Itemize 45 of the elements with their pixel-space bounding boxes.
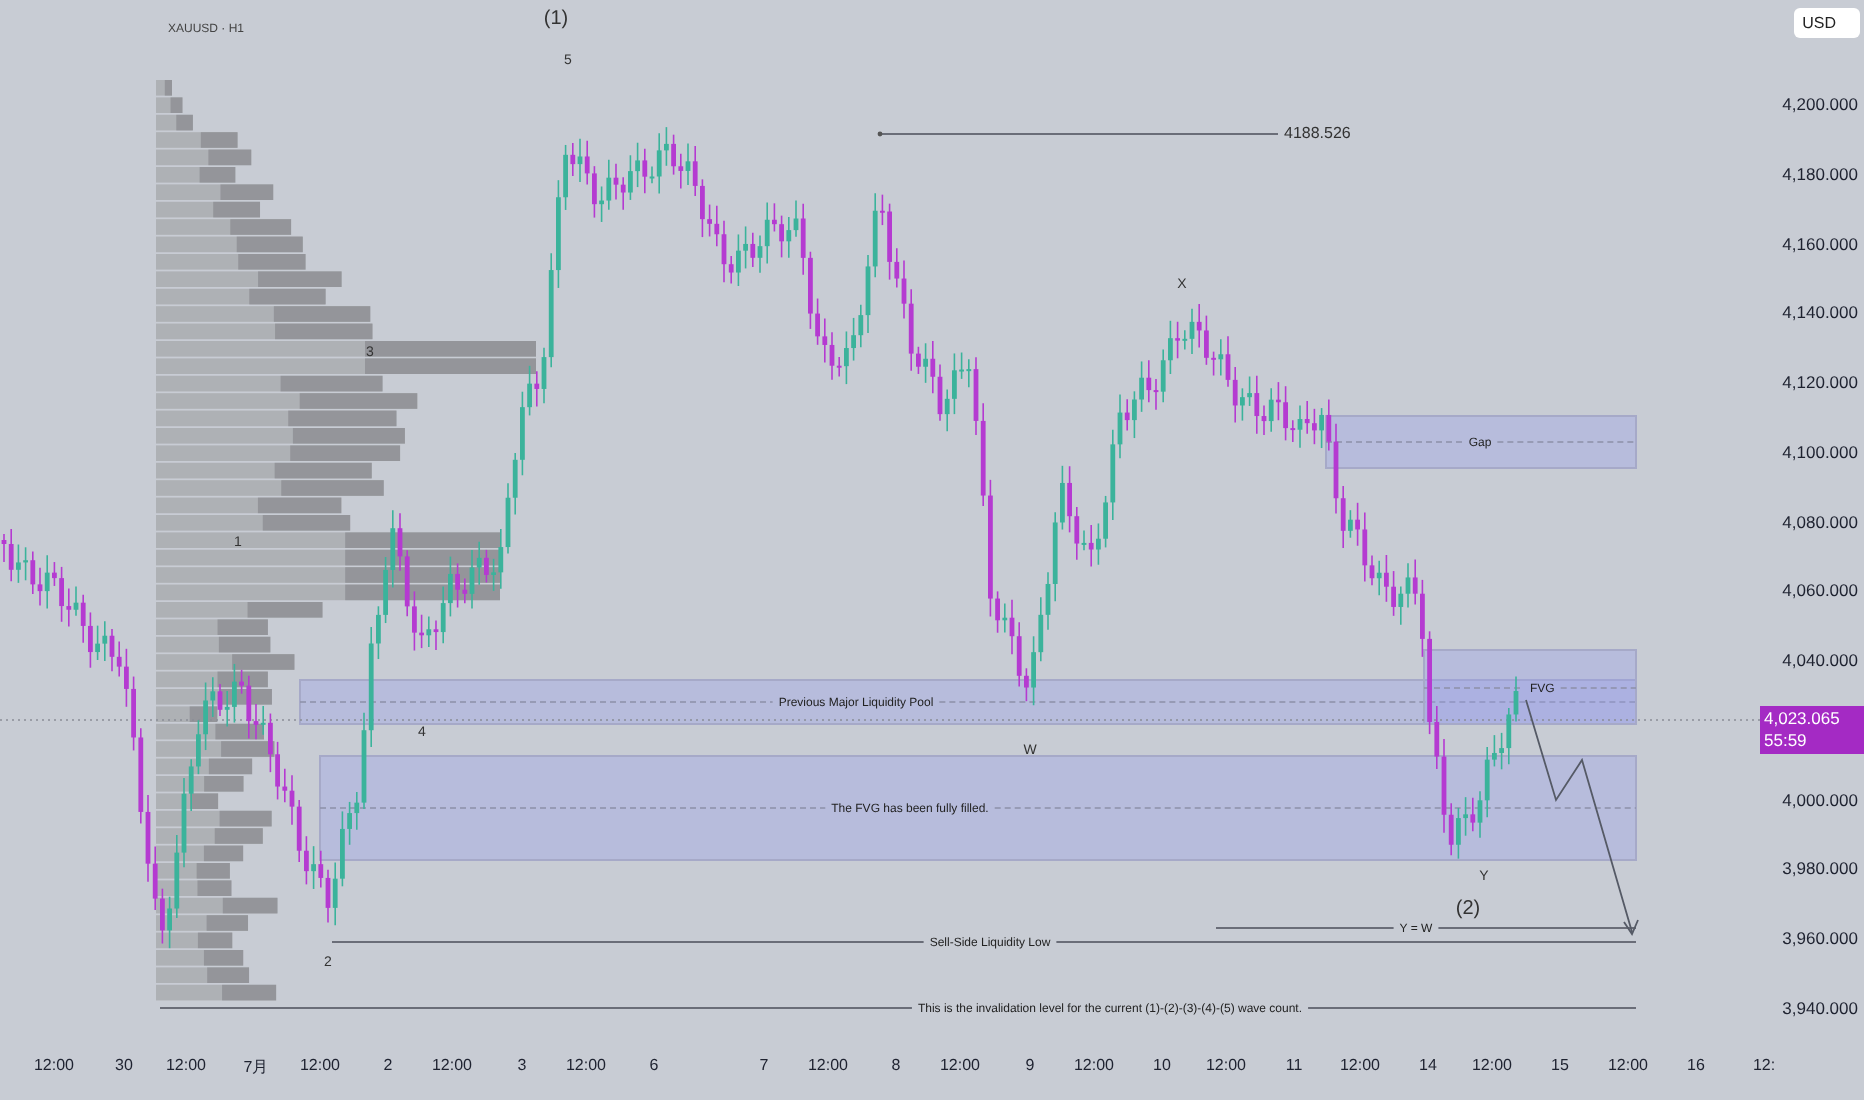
- time-axis-label: 12:00: [165, 1056, 207, 1074]
- time-axis-label: 3: [517, 1056, 527, 1074]
- time-axis-label: 2: [383, 1056, 393, 1074]
- time-axis-label: 14: [1419, 1056, 1437, 1074]
- time-axis-label: 12:00: [939, 1056, 981, 1074]
- price-axis-label: 4,180.000: [1782, 161, 1858, 186]
- time-axis-label: 16: [1687, 1056, 1705, 1074]
- price-axis-label: 3,940.000: [1782, 996, 1858, 1020]
- time-axis-label: 9: [1025, 1056, 1035, 1074]
- time-axis-label: 6: [649, 1056, 659, 1074]
- time-axis-label: 12:00: [299, 1056, 341, 1074]
- price-axis-label: 4,160.000: [1782, 231, 1858, 256]
- time-axis-label: 7: [759, 1056, 769, 1074]
- currency-button[interactable]: USD: [1794, 8, 1860, 38]
- time-axis-label: 15: [1551, 1056, 1569, 1074]
- price-axis-label: 4,040.000: [1782, 648, 1858, 673]
- time-axis-label: 12:00: [565, 1056, 607, 1074]
- time-axis-label: 12:00: [431, 1056, 473, 1074]
- wave-label: (2): [1455, 898, 1481, 920]
- current-price: 4,023.065: [1764, 708, 1842, 730]
- time-axis-label: 12:00: [1205, 1056, 1247, 1074]
- time-axis-label: 12:00: [1073, 1056, 1115, 1074]
- time-axis-label: 12:00: [1471, 1056, 1513, 1074]
- price-axis-label: 4,060.000: [1782, 578, 1858, 603]
- price-axis-label: 3,960.000: [1782, 926, 1858, 951]
- price-axis-label: 3,980.000: [1782, 856, 1858, 881]
- price-axis-label: 4,080.000: [1782, 509, 1858, 534]
- time-axis-label: 30: [115, 1056, 133, 1074]
- time-axis-label: 7月: [243, 1056, 269, 1078]
- price-axis-label: 4,100.000: [1782, 439, 1858, 464]
- time-axis-label: 8: [891, 1056, 901, 1074]
- time-axis-label: 12:: [1752, 1056, 1776, 1074]
- level-label: 4188.526: [1284, 124, 1351, 143]
- wave-label: (1): [543, 8, 569, 30]
- time-axis-label: 10: [1153, 1056, 1171, 1074]
- price-axis-label: 4,140.000: [1782, 300, 1858, 325]
- time-axis-label: 12:00: [33, 1056, 75, 1074]
- countdown-timer: 55:59: [1764, 730, 1809, 752]
- price-axis-label: 4,120.000: [1782, 370, 1858, 395]
- price-axis-label: 4,200.000: [1782, 92, 1858, 116]
- price-axis-label: 4,000.000: [1782, 787, 1858, 812]
- time-axis-label: 12:00: [1607, 1056, 1649, 1074]
- time-axis-label: 12:00: [807, 1056, 849, 1074]
- time-axis-label: 12:00: [1339, 1056, 1381, 1074]
- time-axis-label: 11: [1285, 1056, 1303, 1074]
